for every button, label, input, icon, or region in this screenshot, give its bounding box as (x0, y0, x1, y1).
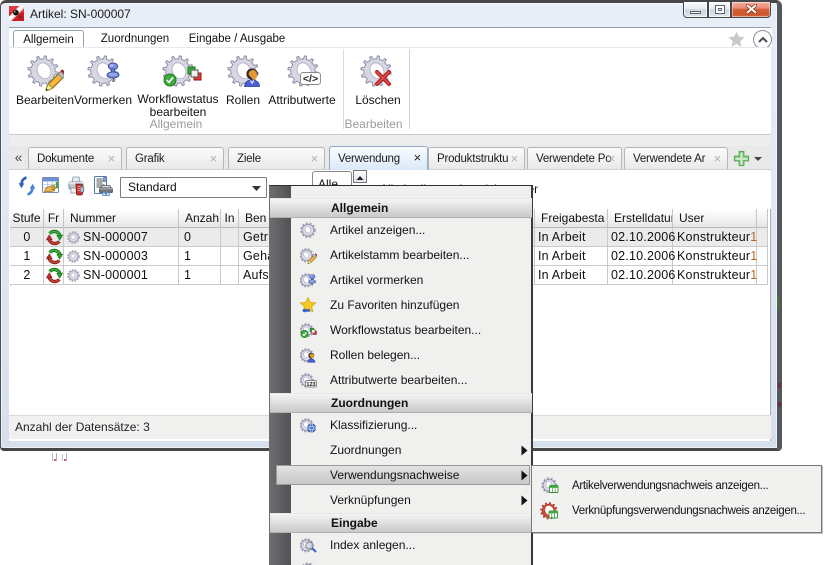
svg-text:</>: </> (303, 73, 318, 85)
svg-text:123: 123 (306, 382, 315, 388)
